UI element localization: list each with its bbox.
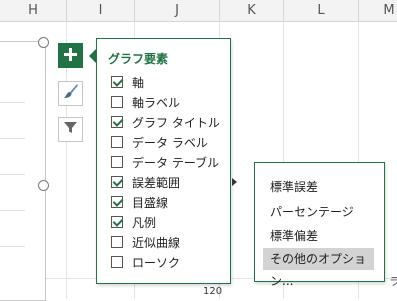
filter-icon (63, 120, 78, 139)
chart-styles-button[interactable] (58, 81, 83, 106)
submenu-item-standard-error[interactable]: 標準誤差 (263, 176, 374, 198)
element-label: 軸 (132, 75, 145, 90)
partial-text: ラ (389, 275, 397, 288)
chart-resize-handle[interactable] (38, 37, 49, 48)
chart-filters-button[interactable] (58, 117, 83, 142)
element-chart-title[interactable]: グラフ タイトル (111, 112, 229, 132)
element-label: データ ラベル (132, 135, 208, 150)
chart-resize-handle[interactable] (38, 180, 49, 191)
element-error-bars[interactable]: 誤差範囲 (111, 172, 229, 192)
column-header-h[interactable]: H (0, 0, 67, 21)
column-header-k[interactable]: K (220, 0, 284, 21)
element-label: 近似曲線 (132, 235, 181, 250)
checkbox[interactable] (111, 116, 123, 128)
checkbox[interactable] (111, 216, 123, 228)
element-axes[interactable]: 軸 (111, 72, 229, 92)
element-label: 誤差範囲 (132, 175, 181, 190)
element-data-table[interactable]: データ テーブル (111, 152, 229, 172)
submenu-item-percentage[interactable]: パーセンテージ (263, 201, 374, 223)
cell-value: 120 (203, 286, 223, 297)
chart-gridline (0, 174, 25, 175)
plus-icon (64, 46, 77, 65)
column-header-j[interactable]: J (135, 0, 220, 21)
checkbox[interactable] (111, 236, 123, 248)
checkbox[interactable] (111, 76, 123, 88)
checkbox[interactable] (111, 136, 123, 148)
element-label: 凡例 (132, 215, 157, 230)
element-label: グラフ タイトル (132, 115, 220, 130)
column-header-l[interactable]: L (284, 0, 359, 21)
error-bars-submenu: 標準誤差 パーセンテージ 標準偏差 その他のオプション... (254, 162, 385, 288)
element-label: データ テーブル (132, 155, 220, 170)
column-header-i[interactable]: I (67, 0, 135, 21)
paintbrush-icon (62, 83, 79, 104)
chart-gridline (0, 210, 25, 211)
submenu-item-standard-deviation[interactable]: 標準偏差 (263, 225, 374, 247)
element-gridlines[interactable]: 目盛線 (111, 192, 229, 212)
element-axis-titles[interactable]: 軸ラベル (111, 92, 229, 112)
element-label: ローソク (132, 255, 181, 270)
checkbox[interactable] (111, 156, 123, 168)
checkbox[interactable] (111, 176, 123, 188)
checkbox[interactable] (111, 196, 123, 208)
chart-gridline (0, 102, 25, 103)
submenu-arrow-icon[interactable] (232, 178, 237, 186)
checkbox[interactable] (111, 96, 123, 108)
panel-title: グラフ要素 (108, 52, 169, 66)
chart-elements-button[interactable] (58, 43, 83, 68)
element-legend[interactable]: 凡例 (111, 212, 229, 232)
element-trendline[interactable]: 近似曲線 (111, 232, 229, 252)
element-label: 軸ラベル (132, 95, 181, 110)
chart-gridline (0, 138, 25, 139)
element-label: 目盛線 (132, 195, 169, 210)
checkbox[interactable] (111, 256, 123, 268)
chart-elements-panel: グラフ要素 軸 軸ラベル グラフ タイトル データ ラベル データ テーブル 誤… (96, 38, 231, 284)
column-header-m[interactable]: M (359, 0, 397, 21)
submenu-item-more-options[interactable]: その他のオプション... (263, 248, 374, 288)
column-header-bar: H I J K L M (0, 0, 397, 22)
chart-gridline (0, 246, 25, 247)
chart-area[interactable] (0, 41, 46, 301)
element-data-labels[interactable]: データ ラベル (111, 132, 229, 152)
element-up-down-bars[interactable]: ローソク (111, 252, 229, 272)
